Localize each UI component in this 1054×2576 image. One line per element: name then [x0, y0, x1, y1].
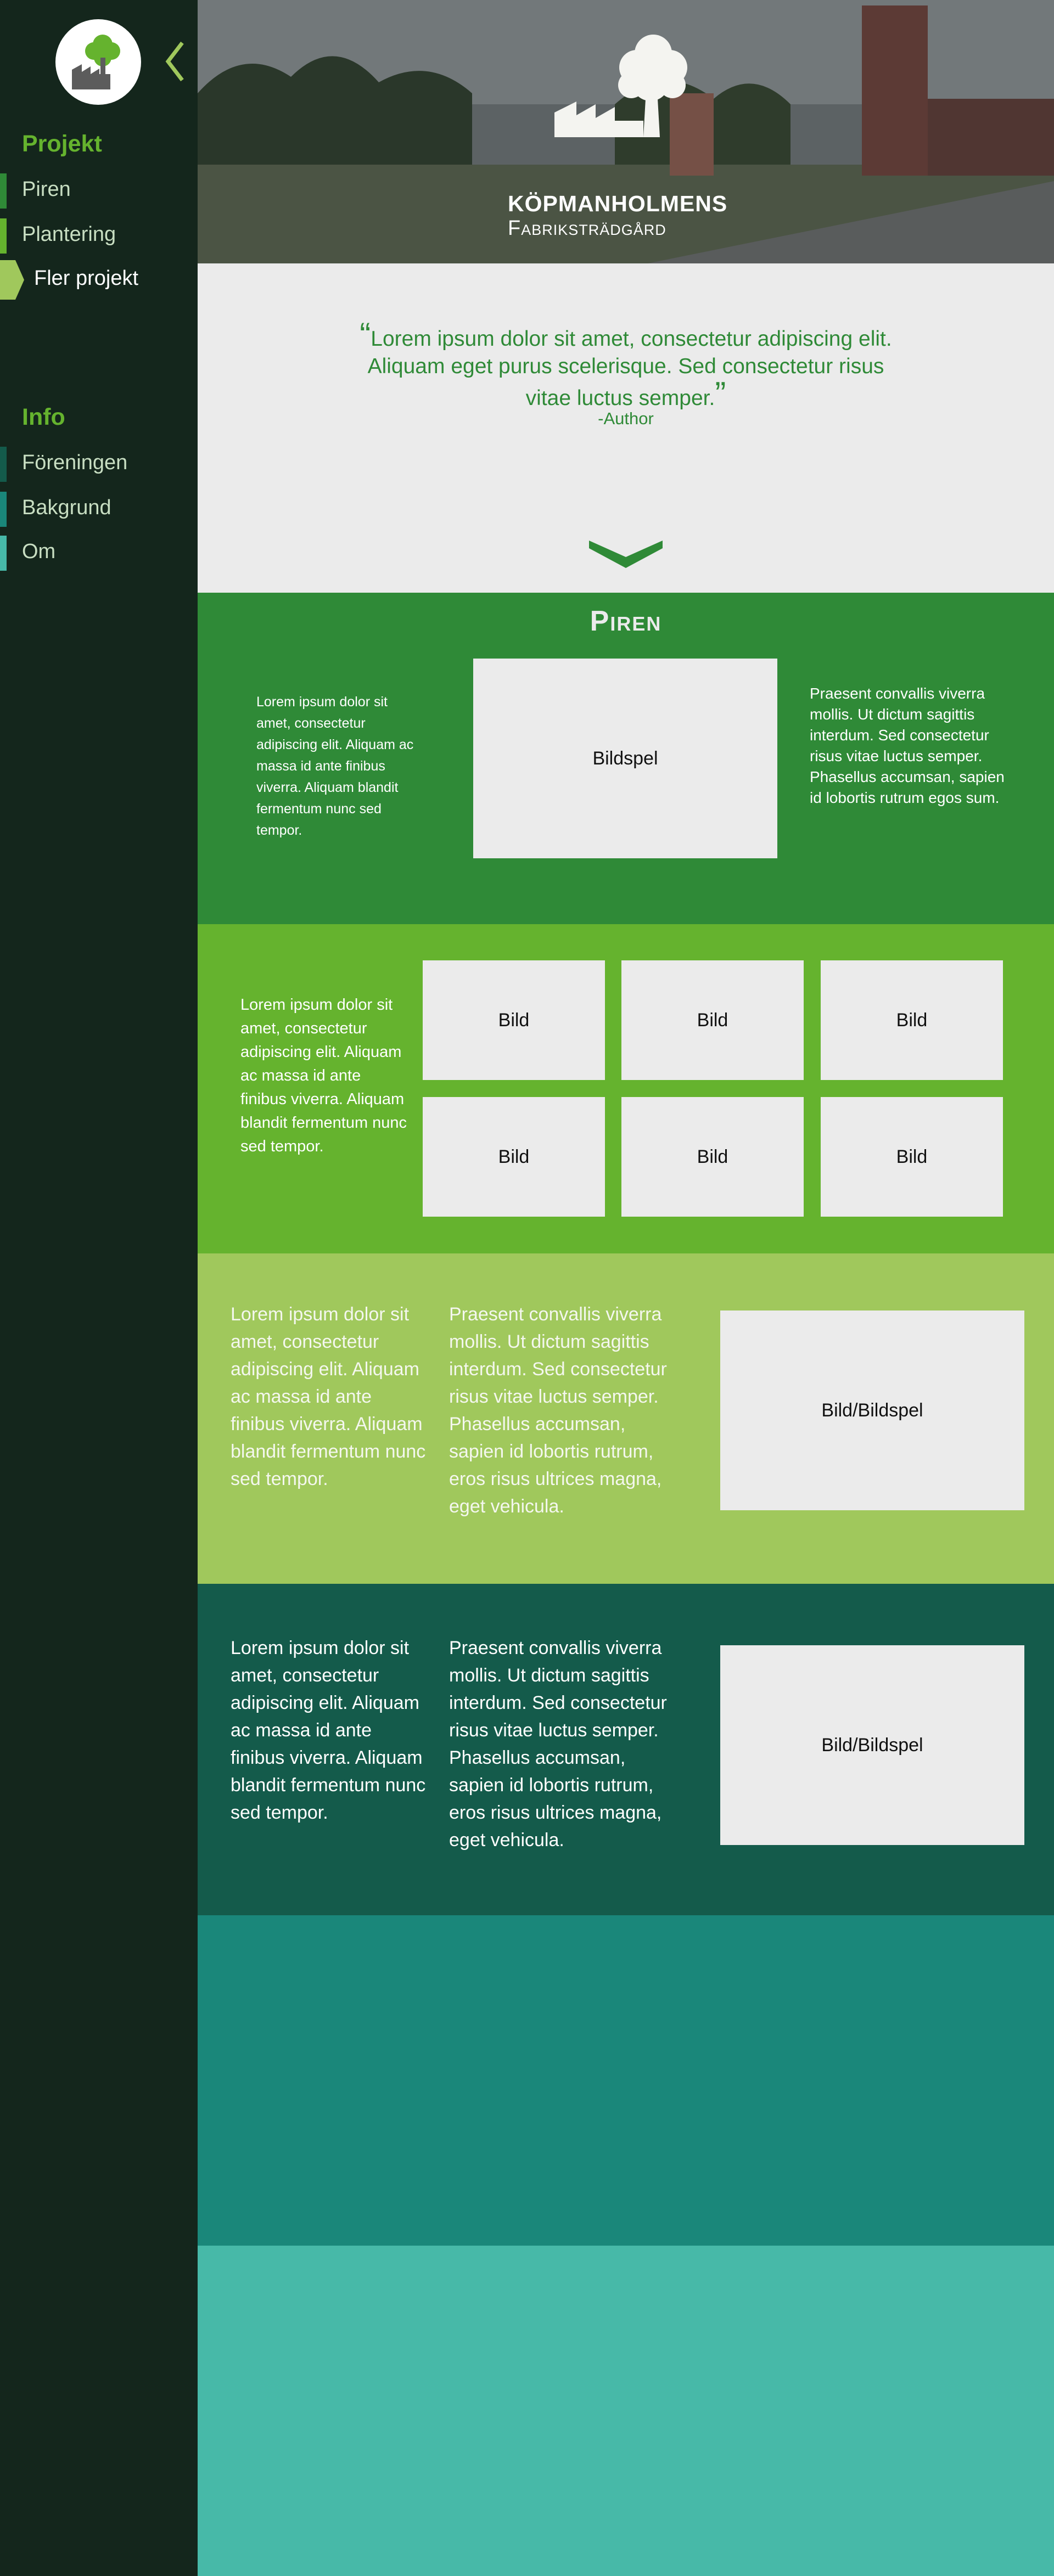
sidebar-item-bakgrund[interactable]: Bakgrund — [0, 490, 198, 529]
quote-section: “Lorem ipsum dolor sit amet, consectetur… — [198, 263, 1054, 593]
section3-left-text: Lorem ipsum dolor sit amet, consectetur … — [231, 1304, 426, 1489]
image-label: Bild — [697, 1009, 728, 1031]
image-label: Bild — [498, 1009, 530, 1031]
section4-left-text: Lorem ipsum dolor sit amet, consectetur … — [231, 1638, 426, 1823]
sidebar-item-fler-projekt[interactable]: Fler projekt — [0, 260, 198, 300]
content-section-4: Lorem ipsum dolor sit amet, consectetur … — [198, 1584, 1054, 1915]
sidebar-item-om[interactable]: Om — [0, 533, 198, 573]
sidebar-item-plantering[interactable]: Plantering — [0, 216, 198, 256]
sidebar-item-label: Piren — [22, 178, 71, 201]
image-placeholder[interactable]: Bild — [621, 960, 804, 1080]
section-heading-projekt: Projekt — [22, 131, 102, 157]
sidebar-item-label: Plantering — [22, 223, 116, 246]
media-placeholder[interactable]: Bild/Bildspel — [720, 1311, 1024, 1510]
image-label: Bild — [896, 1146, 928, 1167]
image-placeholder[interactable]: Bild — [821, 960, 1003, 1080]
brand-name-line2: Fabriksträdgård — [508, 217, 666, 240]
brand-name-line1: Köpmanholmens — [508, 191, 728, 216]
close-quote-mark: ” — [715, 375, 726, 412]
slideshow-label: Bildspel — [592, 747, 658, 769]
media-label: Bild/Bildspel — [821, 1734, 923, 1756]
quote-author: -Author — [598, 409, 654, 428]
sidebar-item-label: Föreningen — [22, 451, 128, 474]
gallery-text: Lorem ipsum dolor sit amet, consectetur … — [240, 996, 407, 1155]
media-placeholder[interactable]: Bild/Bildspel — [720, 1645, 1024, 1845]
quote-block: “Lorem ipsum dolor sit amet, consectetur… — [351, 318, 900, 412]
image-placeholder[interactable]: Bild — [821, 1097, 1003, 1217]
sidebar-item-piren[interactable]: Piren — [0, 171, 198, 211]
nav-marker — [0, 173, 7, 209]
piren-section: Piren Lorem ipsum dolor sit amet, consec… — [198, 593, 1054, 924]
sidebar-item-label: Fler projekt — [34, 267, 139, 290]
hero-banner: Köpmanholmens Fabriksträdgård — [198, 0, 1054, 263]
section-heading-info: Info — [22, 404, 65, 430]
image-placeholder[interactable]: Bild — [423, 960, 605, 1080]
slideshow-placeholder[interactable]: Bildspel — [473, 659, 777, 858]
content-section-6 — [198, 2246, 1054, 2576]
piren-left-text: Lorem ipsum dolor sit amet, consectetur … — [256, 694, 414, 838]
sidebar-item-label: Om — [22, 540, 56, 563]
factory-tree-logo-icon — [72, 35, 120, 89]
sidebar-item-label: Bakgrund — [22, 496, 111, 519]
nav-marker — [0, 447, 7, 482]
nav-marker — [0, 536, 7, 571]
nav-marker — [0, 492, 7, 527]
section4-mid-text: Praesent convallis viverra mollis. Ut di… — [449, 1638, 667, 1851]
content-section-3: Lorem ipsum dolor sit amet, consectetur … — [198, 1253, 1054, 1584]
chevron-left-icon — [165, 41, 184, 82]
chevron-down-icon[interactable] — [589, 541, 663, 568]
image-placeholder[interactable]: Bild — [423, 1097, 605, 1217]
image-placeholder[interactable]: Bild — [621, 1097, 804, 1217]
active-arrow-marker — [0, 260, 24, 300]
image-label: Bild — [896, 1009, 928, 1031]
piren-right-text: Praesent convallis viverra mollis. Ut di… — [810, 685, 1005, 806]
logo[interactable] — [55, 19, 141, 105]
sidebar: Projekt Piren Plantering Fler projekt In… — [0, 0, 198, 2576]
sidebar-item-foreningen[interactable]: Föreningen — [0, 445, 198, 484]
image-label: Bild — [498, 1146, 530, 1167]
nav-marker — [0, 218, 7, 254]
quote-text: Lorem ipsum dolor sit amet, consectetur … — [367, 327, 892, 410]
media-label: Bild/Bildspel — [821, 1399, 923, 1421]
collapse-sidebar-button[interactable] — [162, 40, 190, 83]
content-section-5 — [198, 1915, 1054, 2246]
open-quote-mark: “ — [360, 316, 371, 353]
section-title: Piren — [590, 605, 662, 637]
factory-tree-icon — [554, 35, 687, 137]
section3-mid-text: Praesent convallis viverra mollis. Ut di… — [449, 1304, 667, 1517]
image-label: Bild — [697, 1146, 728, 1167]
gallery-section: Lorem ipsum dolor sit amet, consectetur … — [198, 924, 1054, 1253]
